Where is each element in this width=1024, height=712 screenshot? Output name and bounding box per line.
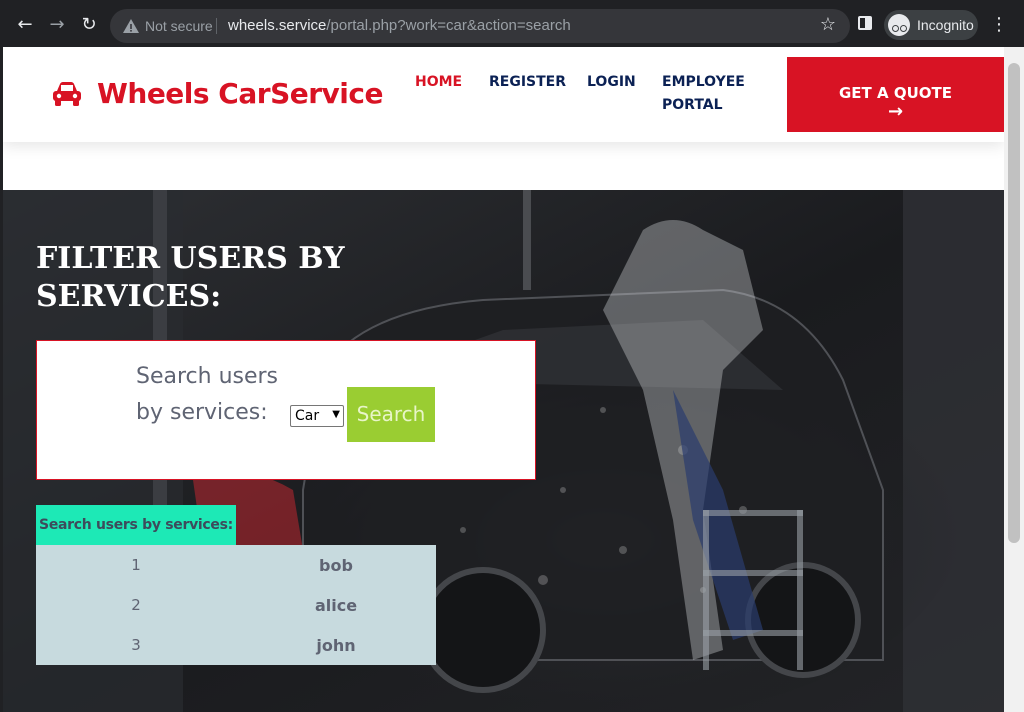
reload-icon[interactable]: ↻ [77,13,101,37]
table-row: 3 john [36,625,436,665]
service-select-value: Car [295,408,320,424]
row-index: 2 [131,596,141,614]
arrow-right-icon: → [887,101,904,122]
car-icon [53,81,81,106]
scrollbar-thumb[interactable] [1008,63,1020,543]
incognito-badge[interactable]: Incognito [884,10,978,40]
page-viewport: Wheels CarService HOME REGISTER LOGIN EM… [3,47,1004,712]
security-label[interactable]: Not secure [145,18,213,34]
search-label-line1: Search users [136,364,279,389]
row-index: 3 [131,636,141,654]
nav-employee-line2: PORTAL [662,97,723,113]
nav-login[interactable]: LOGIN [587,71,636,94]
site-navbar: Wheels CarService HOME REGISTER LOGIN EM… [3,47,1004,142]
nav-home[interactable]: HOME [415,71,462,94]
page-scrollbar[interactable] [1004,47,1024,712]
row-index: 1 [131,556,141,574]
table-row: 1 bob [36,545,436,585]
get-a-quote-button[interactable]: GET A QUOTE → [787,57,1004,132]
address-bar[interactable]: Not secure wheels.service/portal.php?wor… [110,9,850,43]
quote-label: GET A QUOTE [838,84,952,102]
incognito-icon [888,14,910,36]
forward-icon[interactable]: → [45,13,69,37]
service-search-form: Search users by services: Car ▼ Search [36,340,536,480]
table-row: 2 alice [36,585,436,625]
service-select[interactable]: Car ▼ [290,405,344,427]
browser-toolbar: ← → ↻ Not secure wheels.service/portal.p… [0,0,1024,50]
row-username: john [316,635,356,655]
chevron-down-icon: ▼ [332,409,340,420]
nav-employee-portal[interactable]: EMPLOYEE PORTAL [662,71,745,117]
back-icon[interactable]: ← [13,13,37,37]
nav-employee-line1: EMPLOYEE [662,74,745,90]
url-path: /portal.php?work=car&action=search [326,17,571,34]
brand-name: Wheels CarService [97,77,383,110]
search-label: Search users by services: [136,359,296,431]
row-username: bob [319,555,353,575]
menu-icon[interactable]: ⋮ [990,13,1008,37]
page-title-line2: SERVICES: [36,279,222,314]
page-title: FILTER USERS BY SERVICES: [36,240,396,316]
results-header: Search users by services: [36,505,236,545]
results-body: 1 bob 2 alice 3 john [36,545,436,665]
star-icon[interactable]: ☆ [820,14,836,35]
divider [216,18,217,34]
search-label-line2: by services: [136,400,268,425]
side-panel-icon[interactable] [858,16,872,30]
page-title-line1: FILTER USERS BY [36,241,345,276]
url-host: wheels.service [228,17,327,34]
nav-register[interactable]: REGISTER [489,71,566,94]
url-text[interactable]: wheels.service/portal.php?work=car&actio… [228,17,571,34]
incognito-label: Incognito [917,17,974,33]
warning-icon[interactable] [122,17,140,35]
row-username: alice [314,595,358,615]
hero-section: FILTER USERS BY SERVICES: Search users b… [3,190,1004,712]
search-button[interactable]: Search [347,387,435,442]
brand-logo[interactable]: Wheels CarService [51,77,383,110]
results-table: 1 bob 2 alice 3 john [36,545,436,665]
